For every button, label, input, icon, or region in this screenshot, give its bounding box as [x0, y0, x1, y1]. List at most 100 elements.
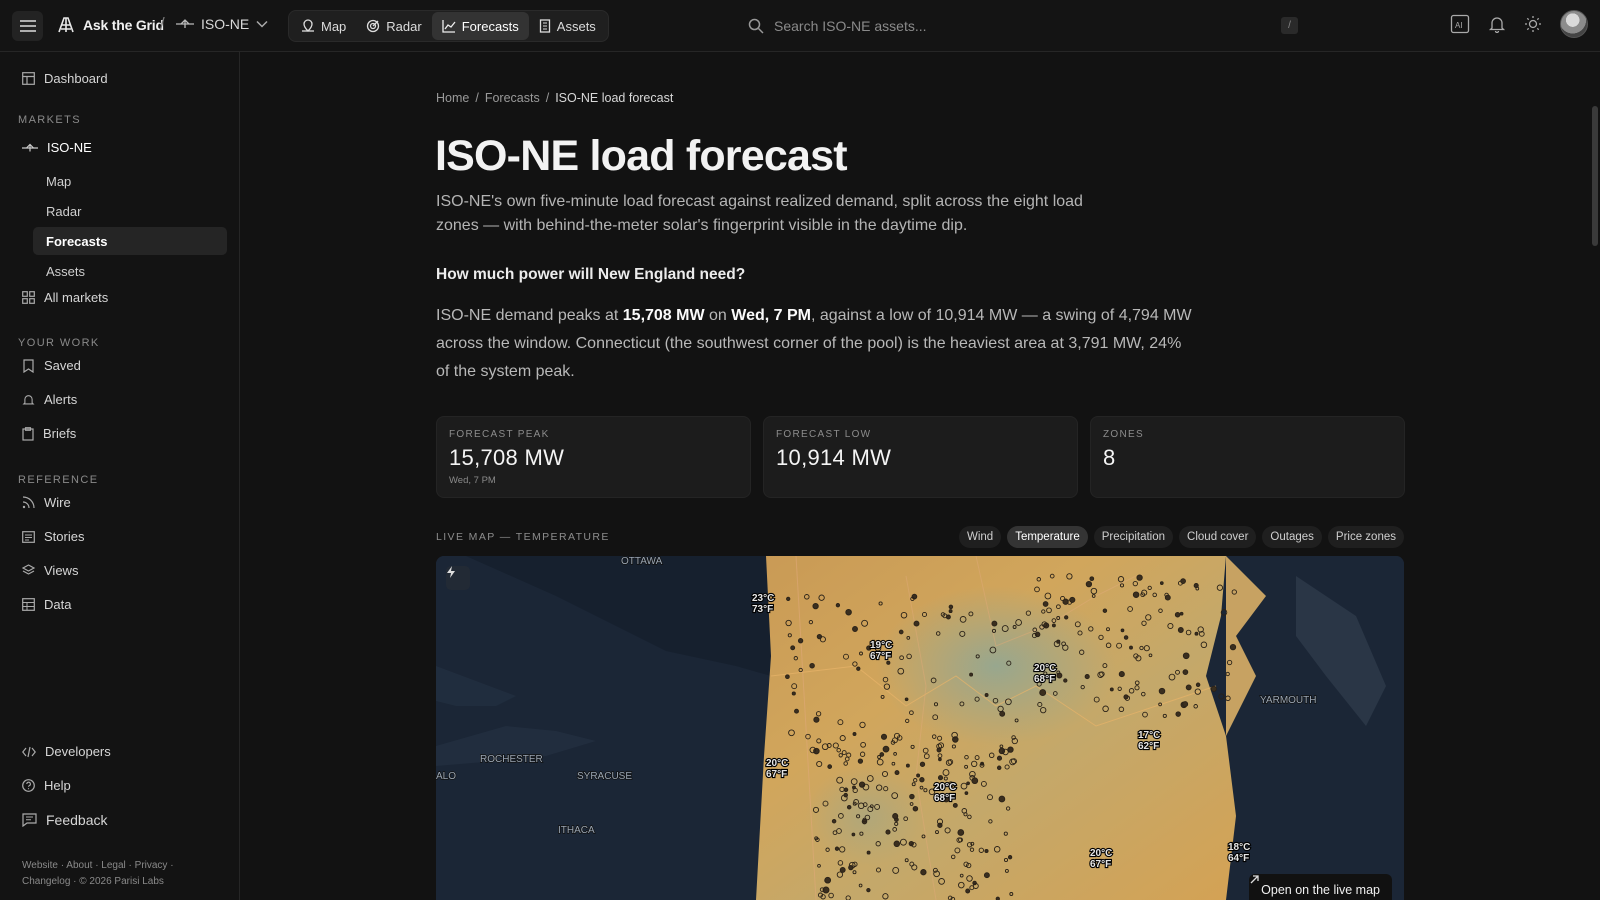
sidebar-item-dashboard[interactable]: Dashboard [22, 71, 108, 86]
asset-marker[interactable] [831, 818, 837, 824]
sidebar-item-developers[interactable]: Developers [22, 744, 111, 759]
asset-marker[interactable] [965, 888, 971, 894]
asset-marker[interactable] [866, 850, 871, 855]
asset-marker[interactable] [834, 846, 840, 851]
breadcrumb-home[interactable]: Home [436, 91, 469, 105]
footer-links-line2[interactable]: Changelog · © 2026 Parisi Labs [22, 874, 164, 890]
asset-marker[interactable] [919, 761, 926, 767]
asset-marker[interactable] [912, 805, 919, 812]
layer-cloud-cover[interactable]: Cloud cover [1179, 526, 1257, 548]
layer-outages[interactable]: Outages [1262, 526, 1322, 548]
asset-marker[interactable] [1174, 611, 1181, 618]
asset-marker[interactable] [851, 832, 856, 837]
asset-marker[interactable] [882, 745, 890, 753]
asset-marker[interactable] [1195, 682, 1201, 688]
asset-marker[interactable] [1179, 611, 1184, 616]
asset-marker[interactable] [1175, 711, 1181, 717]
asset-marker[interactable] [1185, 684, 1192, 691]
nav-map[interactable]: Map [291, 12, 356, 40]
asset-marker[interactable] [1123, 694, 1129, 700]
asset-marker[interactable] [983, 872, 990, 879]
asset-marker[interactable] [905, 763, 910, 768]
asset-marker[interactable] [969, 672, 974, 677]
asset-marker[interactable] [1042, 601, 1049, 607]
scrollbar[interactable] [1592, 106, 1598, 246]
asset-marker[interactable] [948, 604, 954, 610]
asset-marker[interactable] [991, 620, 998, 627]
asset-marker[interactable] [952, 802, 958, 808]
asset-marker[interactable] [852, 732, 857, 736]
nav-radar[interactable]: Radar [356, 12, 431, 40]
asset-marker[interactable] [1182, 669, 1189, 675]
asset-marker[interactable] [916, 773, 921, 778]
asset-marker[interactable] [843, 787, 849, 793]
asset-marker[interactable] [1085, 580, 1093, 588]
asset-marker[interactable] [1159, 581, 1164, 585]
asset-marker[interactable] [1136, 574, 1143, 581]
sidebar-item-briefs[interactable]: Briefs [22, 426, 76, 441]
asset-marker[interactable] [898, 629, 904, 635]
asset-marker[interactable] [1062, 598, 1069, 605]
asset-marker[interactable] [1177, 627, 1184, 633]
asset-marker[interactable] [813, 716, 820, 723]
layer-wind[interactable]: Wind [958, 526, 1002, 548]
layer-price-zones[interactable]: Price zones [1327, 526, 1404, 548]
asset-marker[interactable] [996, 765, 1002, 771]
asset-marker[interactable] [791, 691, 796, 696]
asset-marker[interactable] [998, 747, 1006, 755]
asset-marker[interactable] [1164, 594, 1171, 601]
asset-marker[interactable] [894, 770, 900, 776]
asset-marker[interactable] [1158, 687, 1166, 695]
asset-marker[interactable] [919, 777, 925, 783]
asset-marker[interactable] [880, 733, 888, 740]
asset-marker[interactable] [813, 747, 820, 755]
asset-marker[interactable] [904, 697, 909, 702]
market-switcher[interactable]: ISO-NE [176, 16, 268, 32]
asset-marker[interactable] [1064, 615, 1069, 620]
asset-marker[interactable] [827, 764, 833, 769]
asset-marker[interactable] [1056, 639, 1061, 644]
sidebar-item-forecasts[interactable]: Forecasts [33, 227, 227, 255]
live-map[interactable]: OTTAWA ROCHESTER SYRACUSE ITHACA YARMOUT… [436, 556, 1404, 900]
sidebar-item-all-markets[interactable]: All markets [22, 290, 108, 305]
theme-sun-icon[interactable] [1524, 15, 1542, 33]
asset-marker[interactable] [794, 708, 799, 714]
open-live-map-button[interactable]: Open on the live map [1249, 874, 1392, 900]
asset-marker[interactable] [920, 869, 927, 876]
asset-marker[interactable] [1063, 678, 1068, 683]
asset-marker[interactable] [824, 876, 832, 884]
asset-marker[interactable] [1120, 628, 1125, 633]
sidebar-item-views[interactable]: Views [22, 563, 78, 578]
asset-marker[interactable] [1069, 596, 1076, 603]
asset-marker[interactable] [984, 848, 989, 854]
asset-marker[interactable] [1182, 652, 1190, 660]
asset-marker[interactable] [913, 620, 920, 627]
asset-marker[interactable] [843, 792, 848, 798]
asset-marker[interactable] [909, 793, 915, 800]
sidebar-item-alerts[interactable]: Alerts [22, 392, 77, 407]
sidebar-item-wire[interactable]: Wire [22, 495, 71, 510]
asset-marker[interactable] [964, 791, 969, 795]
sidebar-item-saved[interactable]: Saved [22, 358, 81, 373]
nav-forecasts[interactable]: Forecasts [431, 12, 529, 40]
asset-marker[interactable] [845, 608, 852, 616]
asset-marker[interactable] [999, 710, 1006, 717]
map-canvas[interactable]: OTTAWA ROCHESTER SYRACUSE ITHACA YARMOUT… [436, 556, 1404, 900]
asset-marker[interactable] [785, 674, 790, 680]
asset-marker[interactable] [866, 887, 871, 893]
asset-marker[interactable] [1118, 671, 1125, 678]
asset-marker[interactable] [786, 596, 791, 602]
asset-marker[interactable] [1210, 685, 1217, 692]
sidebar-item-iso-ne[interactable]: ISO-NE [22, 140, 92, 155]
asset-marker[interactable] [812, 602, 819, 610]
asset-marker[interactable] [1109, 687, 1114, 692]
asset-marker[interactable] [885, 829, 891, 835]
brand-logo[interactable]: Ask the Grid [56, 15, 164, 35]
footer-links-line1[interactable]: Website · About · Legal · Privacy · [22, 858, 174, 874]
asset-marker[interactable] [1129, 645, 1133, 650]
asset-marker[interactable] [892, 813, 899, 820]
asset-marker[interactable] [790, 645, 796, 651]
avatar[interactable] [1560, 10, 1588, 38]
asset-marker[interactable] [856, 666, 861, 671]
asset-marker[interactable] [998, 795, 1006, 803]
